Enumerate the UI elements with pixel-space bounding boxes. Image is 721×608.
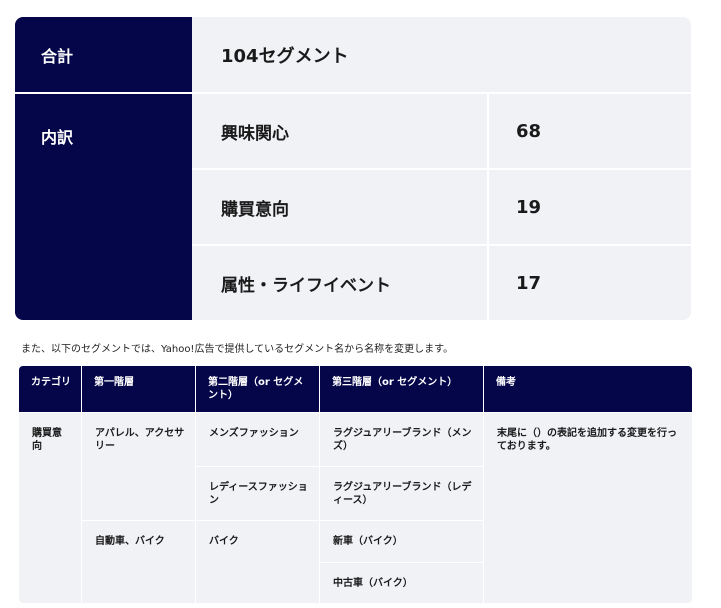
breakdown-row-value: 19 [489, 170, 691, 244]
level1-cell: 自動車、バイク [82, 521, 195, 603]
level3-cell: 中古車（バイク） [320, 563, 483, 603]
segment-rename-table: カテゴリ 第一階層 第二階層（or セグメント） 第三階層（or セグメント） … [19, 366, 692, 603]
header-level1: 第一階層 [82, 366, 195, 412]
level3-cell: ラグジュアリーブランド（メンズ） [320, 413, 483, 466]
level2-cell: バイク [196, 521, 319, 603]
breakdown-row-value: 17 [489, 246, 691, 320]
level3-cell: 新車（バイク） [320, 521, 483, 562]
segment-summary: 合計 104セグメント 内訳 興味関心 68 購買意向 19 属性・ライフイベン… [15, 17, 691, 320]
level2-cell: レディースファッション [196, 467, 319, 520]
header-level2: 第二階層（or セグメント） [196, 366, 319, 412]
header-level3: 第三階層（or セグメント） [320, 366, 483, 412]
level1-cell: アパレル、アクセサリー [82, 413, 195, 520]
breakdown-row-label: 属性・ライフイベント [192, 246, 487, 320]
remarks-cell: 末尾に（）の表記を追加する変更を行っております。 [484, 413, 692, 603]
level3-cell: ラグジュアリーブランド（レディース） [320, 467, 483, 520]
breakdown-row-label: 興味関心 [192, 94, 487, 168]
level2-cell: メンズファッション [196, 413, 319, 466]
breakdown-row-value: 68 [489, 94, 691, 168]
total-value: 104セグメント [192, 17, 691, 92]
total-label: 合計 [15, 17, 192, 92]
breakdown-label: 内訳 [15, 94, 192, 320]
rename-note: また、以下のセグメントでは、Yahoo!広告で提供しているセグメント名から名称を… [21, 344, 454, 355]
breakdown-row-label: 購買意向 [192, 170, 487, 244]
category-cell: 購買意向 [19, 413, 81, 603]
header-category: カテゴリ [19, 366, 81, 412]
header-remarks: 備考 [484, 366, 692, 412]
